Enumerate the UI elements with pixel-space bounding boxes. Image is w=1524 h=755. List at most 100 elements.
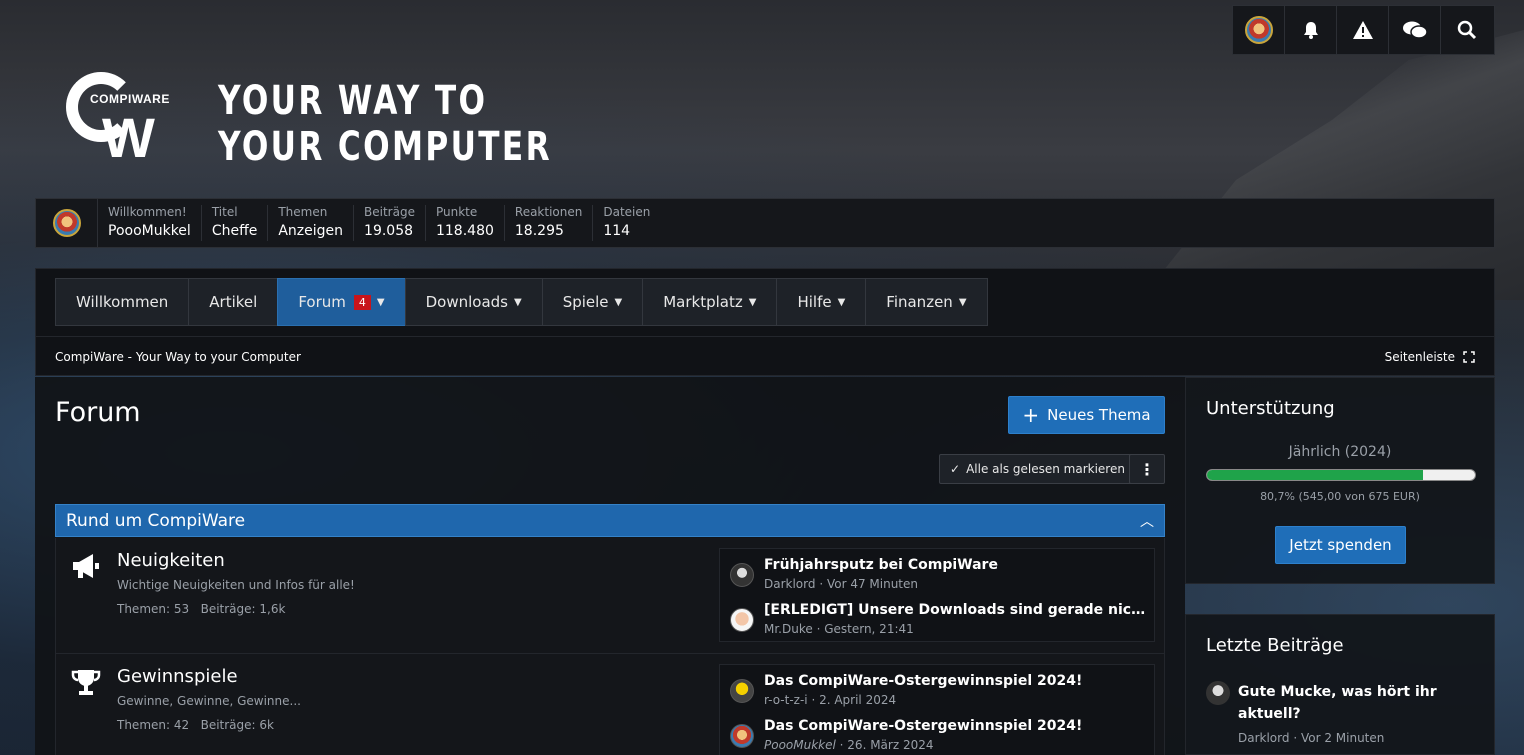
caret-down-icon[interactable]: ▼ bbox=[615, 297, 623, 308]
megaphone-icon bbox=[70, 552, 102, 587]
forum-main: Forum + Neues Thema ✓ Alle als gelesen mar… bbox=[35, 377, 1185, 755]
warning-icon bbox=[1352, 21, 1373, 39]
latest-post-meta: r-o-t-z-i · 2. April 2024 bbox=[764, 693, 897, 707]
recent-post-meta: Darklord · Vor 2 Minuten bbox=[1238, 731, 1385, 745]
user-avatar bbox=[52, 209, 81, 237]
node-stats: Themen: 53 Beiträge: 1,6k bbox=[117, 602, 286, 616]
stats-avatar-cell[interactable] bbox=[36, 199, 98, 247]
stat-label: Dateien bbox=[603, 205, 651, 219]
caret-down-icon[interactable]: ▼ bbox=[749, 297, 757, 308]
latest-posts-box: Frühjahrsputz bei CompiWare Darklord · V… bbox=[719, 548, 1155, 642]
nav-tab-label: Marktplatz bbox=[663, 293, 743, 311]
donate-button[interactable]: Jetzt spenden bbox=[1275, 526, 1406, 564]
donation-progress-text: 80,7% (545,00 von 675 EUR) bbox=[1260, 490, 1420, 503]
post-author[interactable]: Darklord bbox=[1238, 731, 1290, 745]
stat-points: Punkte 118.480 bbox=[426, 205, 505, 241]
user-avatar[interactable] bbox=[1206, 681, 1230, 705]
caret-down-icon[interactable]: ▼ bbox=[514, 297, 522, 308]
stat-label: Reaktionen bbox=[514, 205, 583, 219]
stat-welcome[interactable]: Willkommen! PoooMukkel bbox=[98, 205, 202, 241]
category-header[interactable]: Rund um CompiWare ︿ bbox=[55, 504, 1165, 537]
caret-down-icon[interactable]: ▼ bbox=[377, 297, 385, 308]
user-avatar[interactable] bbox=[730, 608, 754, 632]
stat-reactions: Reaktionen 18.295 bbox=[505, 205, 594, 241]
conversations-button[interactable] bbox=[1389, 6, 1441, 54]
unread-badge: 4 bbox=[353, 294, 371, 310]
vertical-ellipsis-icon: ⋮ bbox=[1139, 459, 1155, 479]
posts-count: 6k bbox=[259, 718, 274, 732]
nav-tab-marktplatz[interactable]: Marktplatz ▼ bbox=[642, 278, 777, 326]
posts-count: 1,6k bbox=[259, 602, 286, 616]
nav-tab-label: Downloads bbox=[425, 293, 508, 311]
donation-progress-bar bbox=[1206, 469, 1476, 481]
latest-post-meta: Mr.Duke · Gestern, 21:41 bbox=[764, 622, 914, 636]
nav-tab-downloads[interactable]: Downloads ▼ bbox=[404, 278, 542, 326]
nav-tab-artikel[interactable]: Artikel bbox=[188, 278, 278, 326]
post-author[interactable]: r-o-t-z-i bbox=[764, 693, 808, 707]
post-time[interactable]: 26. März 2024 bbox=[847, 738, 933, 752]
alerts-button[interactable] bbox=[1285, 6, 1337, 54]
caret-down-icon[interactable]: ▼ bbox=[838, 297, 846, 308]
stat-posts: Beiträge 19.058 bbox=[354, 205, 426, 241]
nav-tab-label: Forum bbox=[298, 293, 346, 311]
nav-tab-spiele[interactable]: Spiele ▼ bbox=[541, 278, 643, 326]
page-title: Forum bbox=[55, 397, 141, 428]
sidebar-toggle[interactable]: Seitenleiste bbox=[1385, 350, 1475, 364]
posts-label: Beiträge bbox=[200, 718, 252, 732]
post-time[interactable]: Vor 47 Minuten bbox=[827, 577, 918, 591]
node-title[interactable]: Gewinnspiele bbox=[117, 666, 238, 687]
post-author[interactable]: Mr.Duke bbox=[764, 622, 813, 636]
site-logo[interactable]: COMPIWARE W bbox=[66, 72, 176, 172]
mark-read-button[interactable]: ✓ Alle als gelesen markieren bbox=[939, 454, 1136, 484]
search-icon bbox=[1457, 20, 1477, 40]
threads-label: Themen bbox=[117, 718, 166, 732]
new-thread-button[interactable]: + Neues Thema bbox=[1008, 396, 1165, 434]
nav-tab-finanzen[interactable]: Finanzen ▼ bbox=[865, 278, 988, 326]
support-widget: Unterstützung Jährlich (2024) 80,7% (545… bbox=[1185, 377, 1495, 584]
nav-tab-label: Spiele bbox=[562, 293, 609, 311]
check-icon: ✓ bbox=[950, 462, 961, 476]
post-time[interactable]: Gestern, 21:41 bbox=[824, 622, 914, 636]
account-button[interactable] bbox=[1233, 6, 1285, 54]
breadcrumb[interactable]: CompiWare - Your Way to your Computer bbox=[55, 350, 301, 364]
category-title[interactable]: Rund um CompiWare bbox=[66, 511, 245, 531]
threads-count: 42 bbox=[173, 718, 190, 732]
user-avatar[interactable] bbox=[730, 679, 754, 703]
stat-files: Dateien 114 bbox=[593, 205, 660, 241]
post-time[interactable]: 2. April 2024 bbox=[819, 693, 896, 707]
stat-label: Titel bbox=[211, 205, 238, 219]
stat-threads[interactable]: Themen Anzeigen bbox=[268, 205, 355, 241]
donation-progress-fill bbox=[1207, 470, 1424, 480]
latest-post-title[interactable]: Das CompiWare-Ostergewinnspiel 2024! bbox=[764, 673, 1150, 689]
user-avatar[interactable] bbox=[730, 563, 754, 587]
latest-post-title[interactable]: Frühjahrsputz bei CompiWare bbox=[764, 557, 1150, 573]
user-avatar[interactable] bbox=[730, 724, 754, 748]
post-time[interactable]: Vor 2 Minuten bbox=[1301, 731, 1384, 745]
recent-post-title[interactable]: Gute Mucke, was hört ihr aktuell? bbox=[1238, 681, 1468, 725]
stat-label: Willkommen! bbox=[108, 205, 187, 219]
post-author[interactable]: Darklord bbox=[764, 577, 816, 591]
more-options-button[interactable]: ⋮ bbox=[1129, 454, 1165, 484]
main-navigation: Willkommen Artikel Forum 4 ▼ Downloads ▼ Sp… bbox=[35, 268, 1495, 376]
node-title[interactable]: Neuigkeiten bbox=[117, 550, 225, 571]
nav-tab-willkommen[interactable]: Willkommen bbox=[55, 278, 189, 326]
search-button[interactable] bbox=[1441, 6, 1493, 54]
logo-brand-text: COMPIWARE bbox=[90, 92, 170, 106]
latest-post-title[interactable]: Das CompiWare-Ostergewinnspiel 2024! bbox=[764, 718, 1150, 734]
user-stats-bar: Willkommen! PoooMukkel Titel Cheffe Themen… bbox=[35, 198, 1495, 248]
new-thread-label: Neues Thema bbox=[1047, 406, 1151, 424]
threads-label: Themen bbox=[117, 602, 166, 616]
trophy-icon bbox=[70, 668, 102, 705]
collapse-chevron-icon[interactable]: ︿ bbox=[1140, 511, 1154, 531]
nav-tab-label: Willkommen bbox=[76, 293, 169, 311]
warnings-button[interactable] bbox=[1337, 6, 1389, 54]
caret-down-icon[interactable]: ▼ bbox=[959, 297, 967, 308]
slogan-line-2: YOUR COMPUTER bbox=[218, 124, 552, 170]
post-author[interactable]: PoooMukkel bbox=[764, 738, 836, 752]
stat-value: 19.058 bbox=[364, 223, 414, 239]
latest-post-title[interactable]: [ERLEDIGT] Unsere Downloads sind gerade … bbox=[764, 602, 1150, 618]
latest-posts-box: Das CompiWare-Ostergewinnspiel 2024! r-o… bbox=[719, 664, 1155, 755]
nav-tab-hilfe[interactable]: Hilfe ▼ bbox=[776, 278, 866, 326]
node-description: Wichtige Neuigkeiten und Infos für alle! bbox=[117, 578, 355, 592]
nav-tab-forum[interactable]: Forum 4 ▼ bbox=[277, 278, 405, 326]
